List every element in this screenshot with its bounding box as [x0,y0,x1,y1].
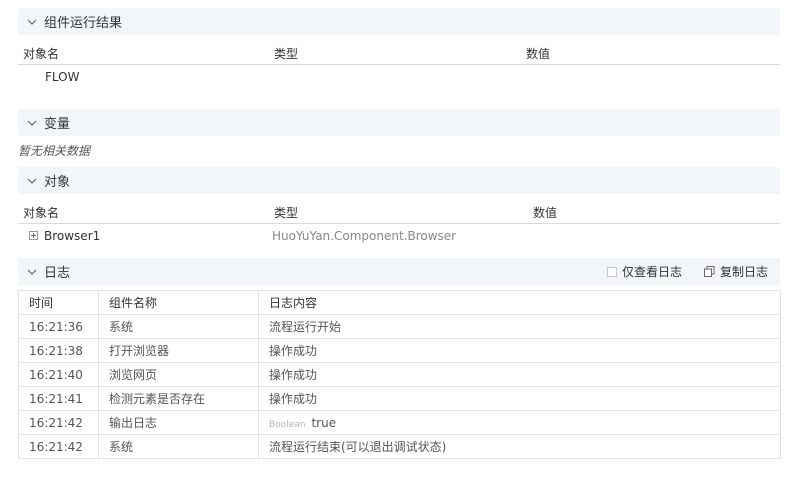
log-content: 操作成功 [258,362,781,387]
objects-title: 对象 [44,175,71,190]
log-time: 16:21:42 [18,434,99,459]
table-row: 16:21:40 浏览网页 操作成功 [18,362,781,387]
log-time: 16:21:40 [18,362,99,387]
copy-log-label: 复制日志 [719,265,768,279]
column-header-name: 对象名 [23,206,60,220]
log-component: 检测元素是否存在 [98,386,259,411]
chevron-down-icon[interactable] [24,14,40,30]
component-result-columns: 对象名 类型 数值 [18,44,780,65]
only-log-checkbox[interactable] [606,266,617,277]
variables-header[interactable]: 变量 [18,109,780,136]
object-name: FLOW [45,70,80,84]
log-time: 16:21:42 [18,410,99,435]
log-component: 打开浏览器 [98,338,259,363]
log-time: 16:21:36 [18,314,99,339]
column-header-type: 类型 [274,206,299,220]
column-header-time: 时间 [18,290,99,315]
column-header-name: 对象名 [23,47,60,61]
column-header-content: 日志内容 [258,290,781,315]
log-component: 浏览网页 [98,362,259,387]
table-row: 16:21:42 系统 流程运行结束(可以退出调试状态) [18,434,781,459]
log-component: 系统 [98,314,259,339]
log-header[interactable]: 日志 仅查看日志 复制日志 [18,258,780,285]
component-result-header[interactable]: 组件运行结果 [18,8,780,35]
empty-data-text: 暂无相关数据 [18,144,91,158]
only-log-label: 仅查看日志 [621,265,682,279]
object-type: HuoYuYan.Component.Browser [272,229,457,243]
log-content: 操作成功 [258,386,781,411]
log-time: 16:21:38 [18,338,99,363]
component-result-title: 组件运行结果 [44,16,123,31]
chevron-down-icon[interactable] [24,173,40,189]
object-row[interactable]: Browser1 HuoYuYan.Component.Browser [18,226,780,246]
log-content: 流程运行结束(可以退出调试状态) [258,434,781,459]
log-content: 操作成功 [258,338,781,363]
log-title: 日志 [44,266,71,281]
object-name: Browser1 [44,229,101,243]
column-header-type: 类型 [274,47,299,61]
plus-box-icon[interactable] [29,231,38,240]
chevron-down-icon[interactable] [24,115,40,131]
log-content-cell: Boolean true [258,410,781,435]
copy-icon [703,266,715,277]
table-row: 16:21:38 打开浏览器 操作成功 [18,338,781,363]
copy-log-button[interactable]: 复制日志 [703,263,768,280]
log-table: 时间 组件名称 日志内容 16:21:36 系统 流程运行开始 16:21:38… [18,290,781,459]
log-tools: 仅查看日志 复制日志 [606,263,768,280]
objects-header[interactable]: 对象 [18,167,780,194]
log-content: true [311,415,337,430]
chevron-down-icon[interactable] [24,264,40,280]
component-result-row: FLOW [18,67,780,87]
table-row: 16:21:36 系统 流程运行开始 [18,314,781,339]
log-time: 16:21:41 [18,386,99,411]
column-header-component: 组件名称 [98,290,259,315]
log-content: 流程运行开始 [258,314,781,339]
table-row: 16:21:41 检测元素是否存在 操作成功 [18,386,781,411]
table-row: 16:21:42 输出日志 Boolean true [18,410,781,435]
object-name-cell: Browser1 [29,226,100,246]
objects-columns: 对象名 类型 数值 [18,203,780,224]
only-log-toggle[interactable]: 仅查看日志 [606,263,682,280]
type-tag: Boolean [269,419,306,430]
log-component: 系统 [98,434,259,459]
variables-title: 变量 [44,117,71,132]
column-header-value: 数值 [526,47,551,61]
column-header-value: 数值 [533,206,558,220]
log-table-header: 时间 组件名称 日志内容 [18,290,781,315]
log-component: 输出日志 [98,410,259,435]
